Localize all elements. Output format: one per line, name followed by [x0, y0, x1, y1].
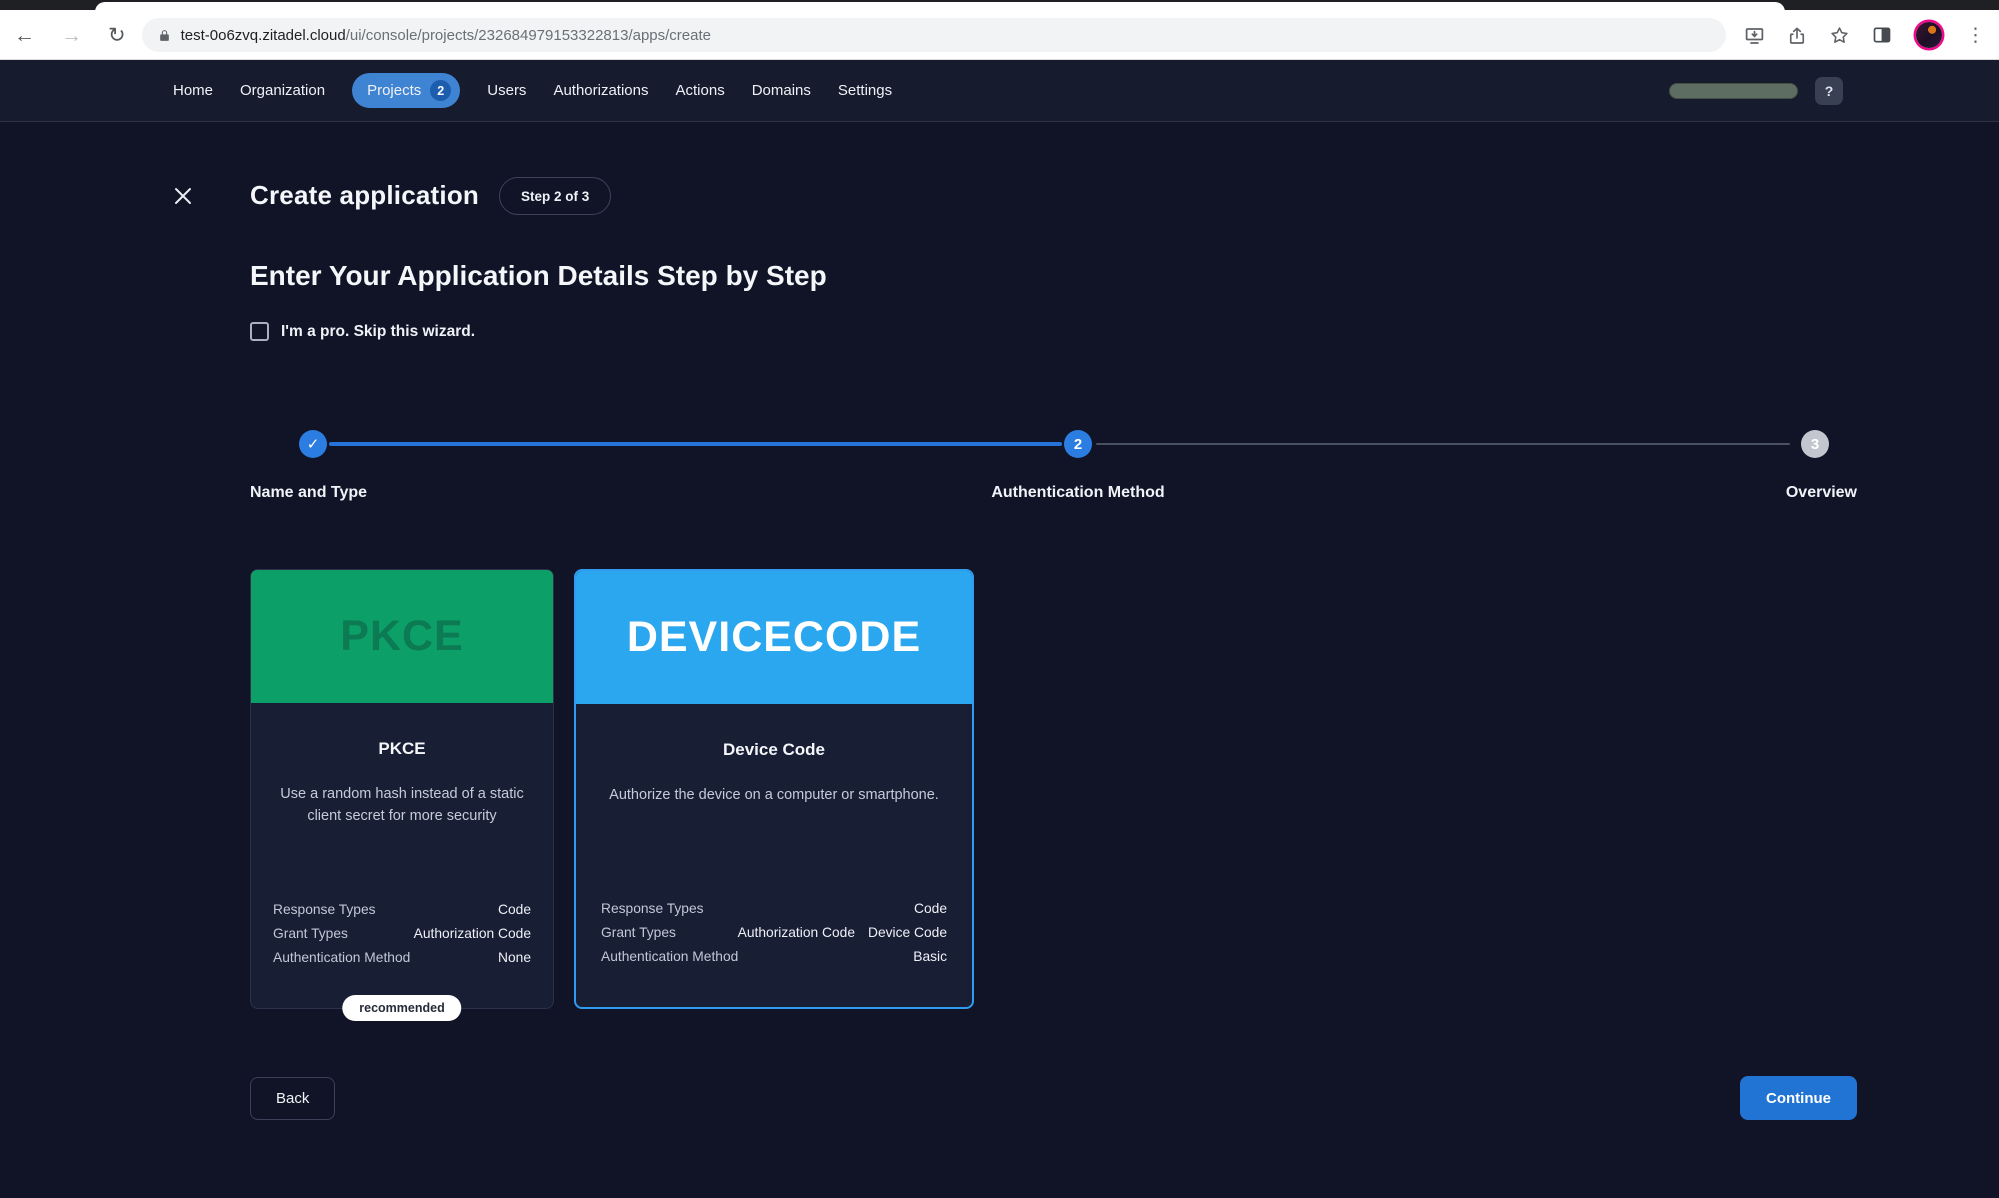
screen: ← → ↻ test-0o6zvq.zitadel.cloud/ui/conso… [0, 0, 1999, 1198]
devicecode-card-body: Device Code Authorize the device on a co… [576, 704, 972, 1007]
wizard-stepper: ✓ 2 3 Name and Type Authentication Metho… [250, 430, 1857, 516]
devicecode-card-description: Authorize the device on a computer or sm… [601, 784, 947, 806]
share-icon[interactable] [1787, 25, 1807, 46]
bookmark-star-icon[interactable] [1829, 25, 1850, 46]
browser-profile-avatar[interactable] [1916, 22, 1942, 48]
auth-method-cards: PKCE PKCE Use a random hash instead of a… [250, 569, 974, 1009]
browser-nav-controls: ← → ↻ [14, 25, 126, 46]
detail-row: Authentication Method None [273, 946, 531, 970]
url-text: test-0o6zvq.zitadel.cloud/ui/console/pro… [181, 27, 711, 44]
step-2-circle[interactable]: 2 [1064, 430, 1092, 458]
url-path: /ui/console/projects/232684979153322813/… [346, 27, 711, 44]
nav-item-projects[interactable]: Projects 2 [352, 73, 460, 108]
pkce-card-details: Response Types Code Grant Types Authoriz… [273, 898, 531, 970]
detail-row: Grant Types Authorization Code [273, 922, 531, 946]
skip-wizard-label: I'm a pro. Skip this wizard. [281, 323, 475, 341]
page-title: Create application [250, 180, 479, 211]
nav-item-organization[interactable]: Organization [240, 82, 325, 99]
detail-label: Authentication Method [273, 946, 410, 970]
detail-label: Grant Types [601, 921, 676, 945]
address-bar[interactable]: test-0o6zvq.zitadel.cloud/ui/console/pro… [142, 18, 1726, 52]
detail-label: Grant Types [273, 922, 348, 946]
close-icon[interactable] [171, 184, 195, 208]
detail-value: Basic [913, 945, 947, 969]
step-1-label: Name and Type [250, 484, 367, 502]
org-context-skeleton[interactable] [1669, 83, 1798, 99]
browser-back-icon[interactable]: ← [14, 25, 35, 46]
nav-item-domains[interactable]: Domains [752, 82, 811, 99]
browser-tab-strip [0, 0, 1999, 10]
nav-item-users[interactable]: Users [487, 82, 526, 99]
step-1-circle[interactable]: ✓ [299, 430, 327, 458]
pkce-card-body: PKCE Use a random hash instead of a stat… [251, 703, 553, 1008]
devicecode-card-title: Device Code [601, 740, 947, 760]
browser-actions: ⋮ [1744, 22, 1985, 48]
detail-row: Response Types Code [601, 897, 947, 921]
detail-value: Device Code [868, 921, 947, 945]
detail-row: Response Types Code [273, 898, 531, 922]
continue-button[interactable]: Continue [1740, 1076, 1857, 1120]
detail-value: Code [498, 898, 531, 922]
help-button[interactable]: ? [1815, 77, 1843, 105]
detail-value: Authorization Code [414, 922, 531, 946]
detail-label: Authentication Method [601, 945, 738, 969]
url-domain: test-0o6zvq.zitadel.cloud [181, 27, 346, 44]
detail-row: Authentication Method Basic [601, 945, 947, 969]
side-panel-icon[interactable] [1872, 25, 1892, 45]
skip-wizard-checkbox[interactable] [250, 322, 269, 341]
detail-value: Code [914, 897, 947, 921]
projects-count-badge: 2 [430, 80, 451, 101]
nav-item-authorizations[interactable]: Authorizations [553, 82, 648, 99]
detail-value: None [498, 946, 531, 970]
browser-chrome: ← → ↻ test-0o6zvq.zitadel.cloud/ui/conso… [0, 0, 1999, 60]
step-3-circle[interactable]: 3 [1801, 430, 1829, 458]
detail-label: Response Types [601, 897, 704, 921]
step-badge: Step 2 of 3 [499, 177, 611, 215]
recommended-chip: recommended [342, 995, 461, 1021]
console-nav-right: ? [1669, 77, 1843, 105]
skip-wizard-row[interactable]: I'm a pro. Skip this wizard. [250, 322, 475, 341]
browser-toolbar: ← → ↻ test-0o6zvq.zitadel.cloud/ui/conso… [0, 10, 1999, 60]
step-3-label: Overview [1786, 484, 1857, 502]
pkce-card-title: PKCE [273, 739, 531, 759]
devicecode-banner: DEVICECODE [576, 571, 972, 704]
browser-menu-icon[interactable]: ⋮ [1966, 26, 1985, 45]
step-2-label: Authentication Method [878, 484, 1278, 502]
wizard-footer: Back Continue [250, 1076, 1857, 1120]
nav-item-home[interactable]: Home [173, 82, 213, 99]
install-app-icon[interactable] [1744, 25, 1765, 46]
detail-value: Authorization Code [738, 921, 855, 945]
devicecode-card-details: Response Types Code Grant Types Authoriz… [601, 897, 947, 969]
pkce-card-description: Use a random hash instead of a static cl… [273, 783, 531, 828]
back-button[interactable]: Back [250, 1077, 335, 1120]
detail-label: Response Types [273, 898, 376, 922]
console-nav-items: Home Organization Projects 2 Users Autho… [173, 73, 892, 108]
pkce-banner: PKCE [251, 570, 553, 703]
browser-reload-icon[interactable]: ↻ [108, 25, 126, 46]
wizard-main: Create application Step 2 of 3 Enter You… [0, 122, 1999, 1198]
auth-method-card-pkce[interactable]: PKCE PKCE Use a random hash instead of a… [250, 569, 554, 1009]
console-nav: Home Organization Projects 2 Users Autho… [0, 60, 1999, 122]
nav-item-projects-label: Projects [367, 82, 421, 99]
detail-row: Grant Types Authorization Code Device Co… [601, 921, 947, 945]
nav-item-settings[interactable]: Settings [838, 82, 892, 99]
auth-method-card-devicecode[interactable]: DEVICECODE Device Code Authorize the dev… [574, 569, 974, 1009]
stepper-line-upcoming [1096, 443, 1790, 445]
lock-icon [158, 28, 171, 43]
stepper-line-done [329, 442, 1062, 446]
browser-forward-icon[interactable]: → [61, 25, 82, 46]
wizard-subtitle: Enter Your Application Details Step by S… [250, 260, 827, 292]
nav-item-actions[interactable]: Actions [676, 82, 725, 99]
